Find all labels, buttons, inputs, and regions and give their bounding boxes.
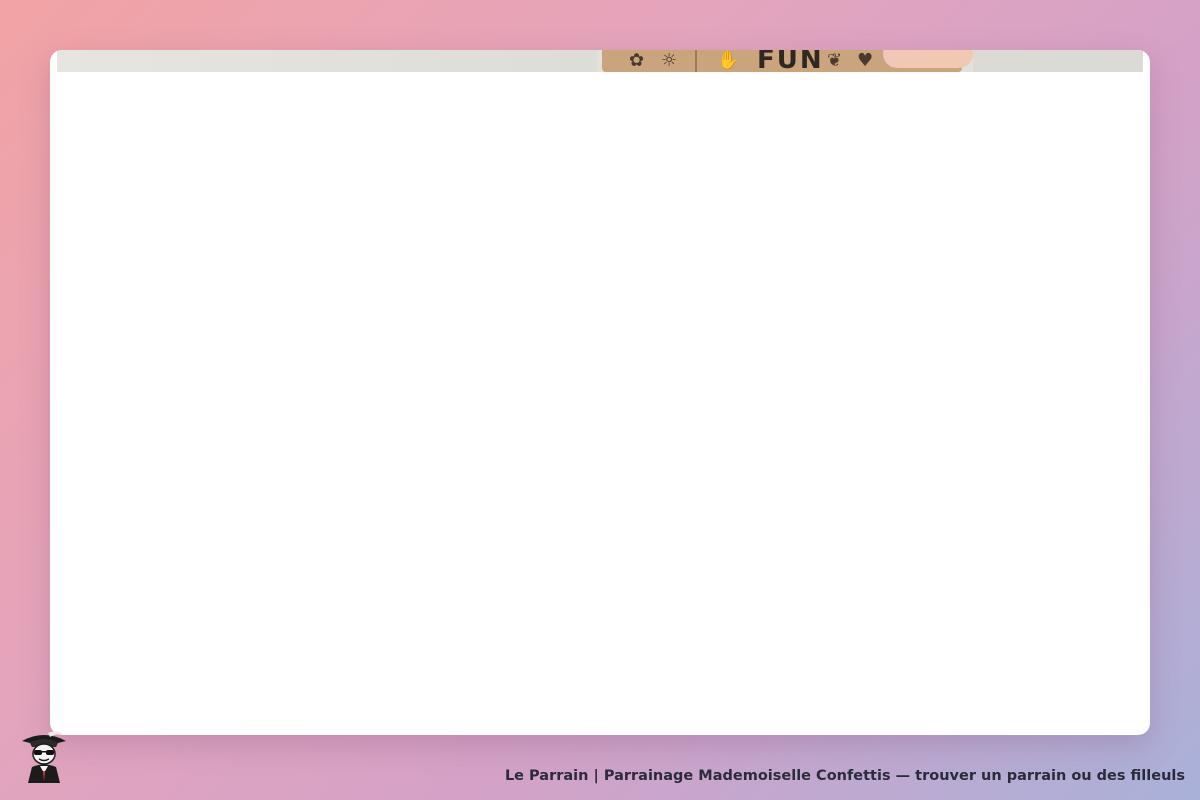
mascot-icon bbox=[22, 731, 66, 783]
hero-image: ✿ ☼ ✋ FUN ❦ ♥ bbox=[57, 50, 1143, 72]
doodle-icon: ♥ bbox=[857, 50, 874, 71]
doodle-icon: ❦ bbox=[827, 50, 843, 71]
content-card: ✿ ☼ ✋ FUN ❦ ♥ bbox=[50, 50, 1150, 735]
gift-box-text: FUN bbox=[757, 50, 824, 72]
doodle-icon: ✿ bbox=[629, 50, 645, 71]
doodle-icon: ✋ bbox=[717, 50, 740, 71]
footer-caption: Le Parrain | Parrainage Mademoiselle Con… bbox=[504, 768, 1185, 784]
hero-background-right bbox=[973, 50, 1143, 72]
hero-background-left bbox=[57, 50, 597, 72]
gift-box-seam bbox=[695, 50, 697, 72]
hand bbox=[883, 50, 973, 68]
doodle-icon: ☼ bbox=[661, 50, 678, 71]
